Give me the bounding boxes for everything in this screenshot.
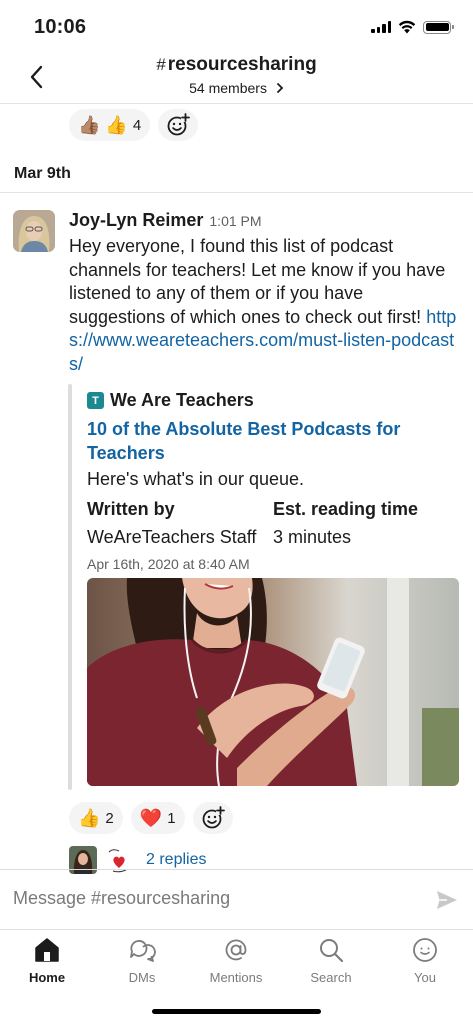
unfurl-title-link[interactable]: 10 of the Absolute Best Podcasts for Tea… xyxy=(87,418,407,465)
reaction-thumbs-up[interactable]: 👍🏽 👍 4 xyxy=(69,109,151,141)
add-reaction-button[interactable] xyxy=(192,802,233,834)
reaction-count: 2 xyxy=(105,809,114,827)
author-avatar[interactable] xyxy=(13,210,55,252)
wifi-icon xyxy=(398,20,416,34)
tab-mentions[interactable]: Mentions xyxy=(189,930,283,990)
status-time: 10:06 xyxy=(34,16,87,38)
previous-message-reactions: 👍🏽 👍 4 xyxy=(69,109,199,141)
add-emoji-icon xyxy=(167,113,191,136)
members-count: 54 members xyxy=(189,80,267,96)
reaction-count: 4 xyxy=(132,116,142,134)
send-button[interactable] xyxy=(435,888,459,912)
tab-you[interactable]: You xyxy=(378,930,472,990)
search-icon xyxy=(320,939,344,963)
unfurl-site: T We Are Teachers xyxy=(87,390,254,411)
message-body: Hey everyone, I found this list of podca… xyxy=(69,235,464,376)
dms-icon xyxy=(130,940,156,962)
tab-label: DMs xyxy=(128,970,156,985)
message-reactions: 👍 2 ❤️ 1 xyxy=(69,802,233,834)
home-indicator xyxy=(152,1009,321,1014)
tab-label: You xyxy=(414,970,436,985)
site-logo-icon: T xyxy=(87,392,104,409)
add-emoji-icon xyxy=(202,806,225,829)
tab-label: Mentions xyxy=(209,970,263,985)
avatar-image xyxy=(13,210,55,252)
author-name[interactable]: Joy-Lyn Reimer xyxy=(69,210,203,231)
field-label-author: Written by xyxy=(87,499,175,519)
message-time: 1:01 PM xyxy=(209,213,262,229)
reaction-heart[interactable]: ❤️ 1 xyxy=(130,802,185,834)
unfurl-date: Apr 16th, 2020 at 8:40 AM xyxy=(87,556,250,572)
channel-name: resourcesharing xyxy=(167,54,317,75)
tab-label: Home xyxy=(28,970,66,985)
unfurl-preview-image[interactable] xyxy=(87,578,459,786)
tab-dms[interactable]: DMs xyxy=(95,930,189,990)
field-label-reading-time: Est. reading time xyxy=(273,499,419,519)
at-icon xyxy=(225,939,247,961)
status-bar: 10:06 xyxy=(0,0,473,52)
channel-title[interactable]: # resourcesharing xyxy=(0,54,473,76)
thumbs-up-medium-skin-icon: 👍🏽 xyxy=(78,115,101,135)
add-reaction-button[interactable] xyxy=(158,109,199,141)
message-input[interactable] xyxy=(13,888,413,909)
heart-icon: ❤️ xyxy=(139,808,163,828)
members-link[interactable]: 54 members xyxy=(0,80,473,96)
thumbs-up-icon: 👍 xyxy=(78,808,101,828)
cellular-signal-icon xyxy=(371,21,391,33)
battery-icon xyxy=(423,20,454,34)
you-icon xyxy=(413,938,437,962)
home-icon xyxy=(35,938,59,962)
woman-with-phone-image xyxy=(87,578,459,786)
reaction-thumbs-up[interactable]: 👍 2 xyxy=(69,802,123,834)
chevron-right-icon xyxy=(276,83,284,93)
message-composer xyxy=(0,869,473,929)
channel-hash: # xyxy=(156,55,166,74)
site-name: We Are Teachers xyxy=(110,390,254,410)
tab-label: Search xyxy=(310,970,352,985)
reaction-count: 1 xyxy=(167,809,176,827)
thread-replies-link[interactable]: 2 replies xyxy=(146,851,206,869)
date-divider: Mar 9th xyxy=(0,156,473,193)
field-value-author: WeAreTeachers Staff xyxy=(87,527,257,547)
thumbs-up-icon: 👍 xyxy=(105,115,128,135)
status-icons xyxy=(371,20,454,34)
date-label: Mar 9th xyxy=(14,165,71,182)
message-text: Hey everyone, I found this list of podca… xyxy=(69,236,446,327)
channel-header: # resourcesharing 54 members xyxy=(0,52,473,104)
tab-search[interactable]: Search xyxy=(284,930,378,990)
unfurl-description: Here's what's in our queue. xyxy=(87,469,304,489)
tab-home[interactable]: Home xyxy=(0,930,94,990)
message-header: Joy-Lyn Reimer 1:01 PM xyxy=(69,210,262,231)
field-value-reading-time: 3 minutes xyxy=(273,527,352,547)
unfurl-accent-bar xyxy=(68,384,72,790)
